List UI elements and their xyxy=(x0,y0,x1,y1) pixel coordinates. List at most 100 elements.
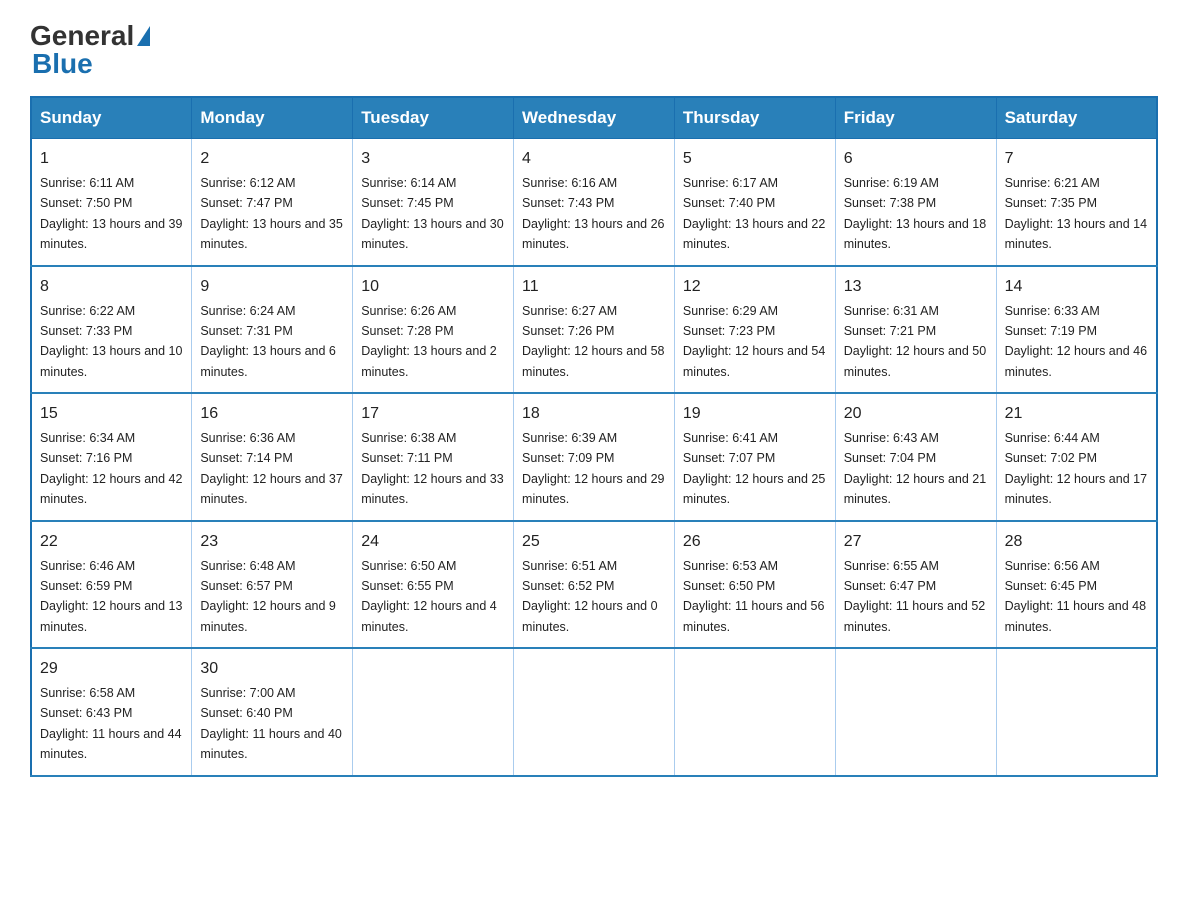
calendar-day-cell: 25 Sunrise: 6:51 AMSunset: 6:52 PMDaylig… xyxy=(514,521,675,649)
calendar-day-cell: 16 Sunrise: 6:36 AMSunset: 7:14 PMDaylig… xyxy=(192,393,353,521)
calendar-day-cell: 10 Sunrise: 6:26 AMSunset: 7:28 PMDaylig… xyxy=(353,266,514,394)
day-of-week-monday: Monday xyxy=(192,97,353,139)
day-info: Sunrise: 6:14 AMSunset: 7:45 PMDaylight:… xyxy=(361,176,503,251)
day-number: 13 xyxy=(844,275,988,299)
calendar-day-cell: 1 Sunrise: 6:11 AMSunset: 7:50 PMDayligh… xyxy=(31,139,192,266)
calendar-day-cell: 15 Sunrise: 6:34 AMSunset: 7:16 PMDaylig… xyxy=(31,393,192,521)
day-info: Sunrise: 6:56 AMSunset: 6:45 PMDaylight:… xyxy=(1005,559,1147,634)
page-header: General Blue xyxy=(30,20,1158,80)
day-number: 15 xyxy=(40,402,183,426)
calendar-week-row: 22 Sunrise: 6:46 AMSunset: 6:59 PMDaylig… xyxy=(31,521,1157,649)
calendar-day-cell: 12 Sunrise: 6:29 AMSunset: 7:23 PMDaylig… xyxy=(674,266,835,394)
day-info: Sunrise: 6:22 AMSunset: 7:33 PMDaylight:… xyxy=(40,304,182,379)
day-number: 3 xyxy=(361,147,505,171)
calendar-day-cell xyxy=(996,648,1157,776)
calendar-day-cell: 26 Sunrise: 6:53 AMSunset: 6:50 PMDaylig… xyxy=(674,521,835,649)
day-info: Sunrise: 6:26 AMSunset: 7:28 PMDaylight:… xyxy=(361,304,497,379)
day-number: 8 xyxy=(40,275,183,299)
calendar-day-cell: 11 Sunrise: 6:27 AMSunset: 7:26 PMDaylig… xyxy=(514,266,675,394)
logo-triangle-icon xyxy=(137,26,150,46)
day-info: Sunrise: 6:24 AMSunset: 7:31 PMDaylight:… xyxy=(200,304,336,379)
day-number: 5 xyxy=(683,147,827,171)
day-info: Sunrise: 6:16 AMSunset: 7:43 PMDaylight:… xyxy=(522,176,664,251)
calendar-week-row: 8 Sunrise: 6:22 AMSunset: 7:33 PMDayligh… xyxy=(31,266,1157,394)
day-number: 30 xyxy=(200,657,344,681)
day-info: Sunrise: 7:00 AMSunset: 6:40 PMDaylight:… xyxy=(200,686,342,761)
day-number: 12 xyxy=(683,275,827,299)
day-number: 11 xyxy=(522,275,666,299)
day-info: Sunrise: 6:39 AMSunset: 7:09 PMDaylight:… xyxy=(522,431,664,506)
day-info: Sunrise: 6:29 AMSunset: 7:23 PMDaylight:… xyxy=(683,304,825,379)
day-number: 21 xyxy=(1005,402,1148,426)
day-number: 14 xyxy=(1005,275,1148,299)
calendar-day-cell: 17 Sunrise: 6:38 AMSunset: 7:11 PMDaylig… xyxy=(353,393,514,521)
calendar-day-cell: 8 Sunrise: 6:22 AMSunset: 7:33 PMDayligh… xyxy=(31,266,192,394)
day-number: 10 xyxy=(361,275,505,299)
calendar-table: SundayMondayTuesdayWednesdayThursdayFrid… xyxy=(30,96,1158,777)
calendar-day-cell: 22 Sunrise: 6:46 AMSunset: 6:59 PMDaylig… xyxy=(31,521,192,649)
day-info: Sunrise: 6:17 AMSunset: 7:40 PMDaylight:… xyxy=(683,176,825,251)
calendar-day-cell: 27 Sunrise: 6:55 AMSunset: 6:47 PMDaylig… xyxy=(835,521,996,649)
calendar-day-cell: 18 Sunrise: 6:39 AMSunset: 7:09 PMDaylig… xyxy=(514,393,675,521)
day-number: 19 xyxy=(683,402,827,426)
day-info: Sunrise: 6:31 AMSunset: 7:21 PMDaylight:… xyxy=(844,304,986,379)
calendar-day-cell: 30 Sunrise: 7:00 AMSunset: 6:40 PMDaylig… xyxy=(192,648,353,776)
calendar-day-cell: 28 Sunrise: 6:56 AMSunset: 6:45 PMDaylig… xyxy=(996,521,1157,649)
day-number: 28 xyxy=(1005,530,1148,554)
day-info: Sunrise: 6:51 AMSunset: 6:52 PMDaylight:… xyxy=(522,559,658,634)
day-info: Sunrise: 6:21 AMSunset: 7:35 PMDaylight:… xyxy=(1005,176,1147,251)
calendar-day-cell xyxy=(835,648,996,776)
day-info: Sunrise: 6:41 AMSunset: 7:07 PMDaylight:… xyxy=(683,431,825,506)
day-of-week-wednesday: Wednesday xyxy=(514,97,675,139)
day-number: 29 xyxy=(40,657,183,681)
calendar-day-cell xyxy=(353,648,514,776)
day-number: 18 xyxy=(522,402,666,426)
day-number: 4 xyxy=(522,147,666,171)
day-number: 9 xyxy=(200,275,344,299)
day-number: 7 xyxy=(1005,147,1148,171)
day-info: Sunrise: 6:58 AMSunset: 6:43 PMDaylight:… xyxy=(40,686,182,761)
day-number: 25 xyxy=(522,530,666,554)
day-number: 26 xyxy=(683,530,827,554)
day-number: 17 xyxy=(361,402,505,426)
calendar-week-row: 15 Sunrise: 6:34 AMSunset: 7:16 PMDaylig… xyxy=(31,393,1157,521)
calendar-day-cell: 24 Sunrise: 6:50 AMSunset: 6:55 PMDaylig… xyxy=(353,521,514,649)
day-of-week-sunday: Sunday xyxy=(31,97,192,139)
day-info: Sunrise: 6:33 AMSunset: 7:19 PMDaylight:… xyxy=(1005,304,1147,379)
calendar-day-cell: 2 Sunrise: 6:12 AMSunset: 7:47 PMDayligh… xyxy=(192,139,353,266)
logo: General Blue xyxy=(30,20,150,80)
calendar-day-cell xyxy=(674,648,835,776)
day-info: Sunrise: 6:55 AMSunset: 6:47 PMDaylight:… xyxy=(844,559,986,634)
day-number: 23 xyxy=(200,530,344,554)
day-info: Sunrise: 6:53 AMSunset: 6:50 PMDaylight:… xyxy=(683,559,825,634)
calendar-week-row: 29 Sunrise: 6:58 AMSunset: 6:43 PMDaylig… xyxy=(31,648,1157,776)
day-number: 20 xyxy=(844,402,988,426)
day-info: Sunrise: 6:44 AMSunset: 7:02 PMDaylight:… xyxy=(1005,431,1147,506)
calendar-day-cell xyxy=(514,648,675,776)
calendar-day-cell: 21 Sunrise: 6:44 AMSunset: 7:02 PMDaylig… xyxy=(996,393,1157,521)
day-number: 22 xyxy=(40,530,183,554)
calendar-week-row: 1 Sunrise: 6:11 AMSunset: 7:50 PMDayligh… xyxy=(31,139,1157,266)
calendar-header-row: SundayMondayTuesdayWednesdayThursdayFrid… xyxy=(31,97,1157,139)
day-info: Sunrise: 6:34 AMSunset: 7:16 PMDaylight:… xyxy=(40,431,182,506)
day-of-week-saturday: Saturday xyxy=(996,97,1157,139)
day-info: Sunrise: 6:50 AMSunset: 6:55 PMDaylight:… xyxy=(361,559,497,634)
calendar-day-cell: 3 Sunrise: 6:14 AMSunset: 7:45 PMDayligh… xyxy=(353,139,514,266)
day-of-week-tuesday: Tuesday xyxy=(353,97,514,139)
day-info: Sunrise: 6:46 AMSunset: 6:59 PMDaylight:… xyxy=(40,559,182,634)
calendar-day-cell: 13 Sunrise: 6:31 AMSunset: 7:21 PMDaylig… xyxy=(835,266,996,394)
day-info: Sunrise: 6:48 AMSunset: 6:57 PMDaylight:… xyxy=(200,559,336,634)
calendar-day-cell: 6 Sunrise: 6:19 AMSunset: 7:38 PMDayligh… xyxy=(835,139,996,266)
day-number: 24 xyxy=(361,530,505,554)
day-of-week-friday: Friday xyxy=(835,97,996,139)
calendar-day-cell: 19 Sunrise: 6:41 AMSunset: 7:07 PMDaylig… xyxy=(674,393,835,521)
calendar-day-cell: 20 Sunrise: 6:43 AMSunset: 7:04 PMDaylig… xyxy=(835,393,996,521)
day-info: Sunrise: 6:12 AMSunset: 7:47 PMDaylight:… xyxy=(200,176,342,251)
day-info: Sunrise: 6:38 AMSunset: 7:11 PMDaylight:… xyxy=(361,431,503,506)
day-info: Sunrise: 6:19 AMSunset: 7:38 PMDaylight:… xyxy=(844,176,986,251)
calendar-day-cell: 14 Sunrise: 6:33 AMSunset: 7:19 PMDaylig… xyxy=(996,266,1157,394)
calendar-day-cell: 9 Sunrise: 6:24 AMSunset: 7:31 PMDayligh… xyxy=(192,266,353,394)
day-info: Sunrise: 6:43 AMSunset: 7:04 PMDaylight:… xyxy=(844,431,986,506)
calendar-day-cell: 23 Sunrise: 6:48 AMSunset: 6:57 PMDaylig… xyxy=(192,521,353,649)
day-number: 6 xyxy=(844,147,988,171)
